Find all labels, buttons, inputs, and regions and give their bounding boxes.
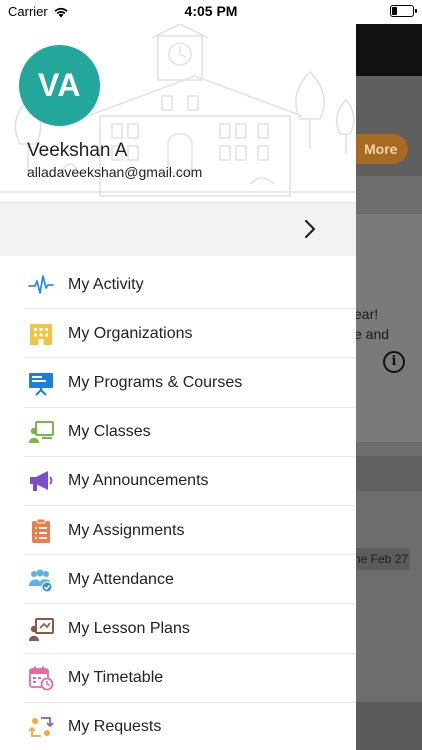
- calendar-clock-icon: [28, 665, 54, 691]
- battery-icon: [390, 5, 417, 17]
- menu-item-label: My Classes: [68, 423, 151, 441]
- background-footer: [356, 702, 422, 750]
- background-top-bar: [356, 24, 422, 76]
- navigation-drawer: VA Veekshan A alladaveekshan@gmail.com M…: [0, 24, 356, 750]
- avatar[interactable]: VA: [19, 45, 100, 126]
- menu-item-my-timetable[interactable]: My Timetable: [0, 654, 356, 703]
- more-button[interactable]: More: [356, 134, 408, 164]
- menu-item-label: My Announcements: [68, 472, 209, 490]
- clipboard-list-icon: [28, 518, 54, 544]
- presentation-board-icon: [28, 370, 54, 396]
- menu-item-label: My Activity: [68, 275, 144, 293]
- menu-item-my-assignments[interactable]: My Assignments: [0, 506, 356, 556]
- info-icon[interactable]: i: [383, 351, 405, 373]
- menu-item-my-announcements[interactable]: My Announcements: [0, 457, 356, 507]
- drawer-menu: My Activity My Organizations My Programs…: [0, 260, 356, 750]
- organization-building-icon: [28, 321, 54, 347]
- drawer-header: VA Veekshan A alladaveekshan@gmail.com: [0, 24, 356, 202]
- attendance-group-icon: [28, 567, 54, 593]
- activity-pulse-icon: [28, 272, 54, 298]
- menu-item-label: My Lesson Plans: [68, 619, 190, 637]
- status-time: 4:05 PM: [184, 3, 238, 19]
- menu-item-my-requests[interactable]: My Requests: [0, 703, 356, 750]
- menu-item-label: My Assignments: [68, 521, 185, 539]
- background-text-line: ear!: [356, 306, 379, 322]
- user-email: alladaveekshan@gmail.com: [27, 164, 203, 180]
- user-name: Veekshan A: [27, 140, 128, 161]
- menu-item-my-programs-courses[interactable]: My Programs & Courses: [0, 358, 356, 408]
- menu-item-my-lesson-plans[interactable]: My Lesson Plans: [0, 604, 356, 654]
- menu-item-label: My Attendance: [68, 570, 174, 588]
- menu-item-my-attendance[interactable]: My Attendance: [0, 555, 356, 605]
- background-divider: [356, 456, 422, 491]
- menu-item-my-classes[interactable]: My Classes: [0, 408, 356, 457]
- menu-item-label: My Programs & Courses: [68, 373, 243, 391]
- status-bar: Carrier 4:05 PM: [0, 0, 422, 24]
- date-chip: ne Feb 27: [356, 548, 410, 570]
- menu-item-label: My Requests: [68, 718, 162, 736]
- menu-item-label: My Organizations: [68, 324, 193, 342]
- background-card-text: ear! e and: [356, 304, 389, 344]
- profile-switcher-row[interactable]: [0, 202, 356, 256]
- class-teacher-board-icon: [28, 419, 54, 445]
- chevron-right-icon[interactable]: [300, 219, 320, 239]
- menu-item-my-organizations[interactable]: My Organizations: [0, 309, 356, 359]
- menu-item-my-activity[interactable]: My Activity: [0, 260, 356, 310]
- lesson-plan-board-icon: [28, 616, 54, 642]
- requests-exchange-icon: [28, 714, 54, 740]
- megaphone-icon: [28, 468, 54, 494]
- background-screen[interactable]: More ear! e and i ne Feb 27: [356, 24, 422, 750]
- background-text-line: e and: [356, 326, 390, 342]
- menu-item-label: My Timetable: [68, 669, 164, 687]
